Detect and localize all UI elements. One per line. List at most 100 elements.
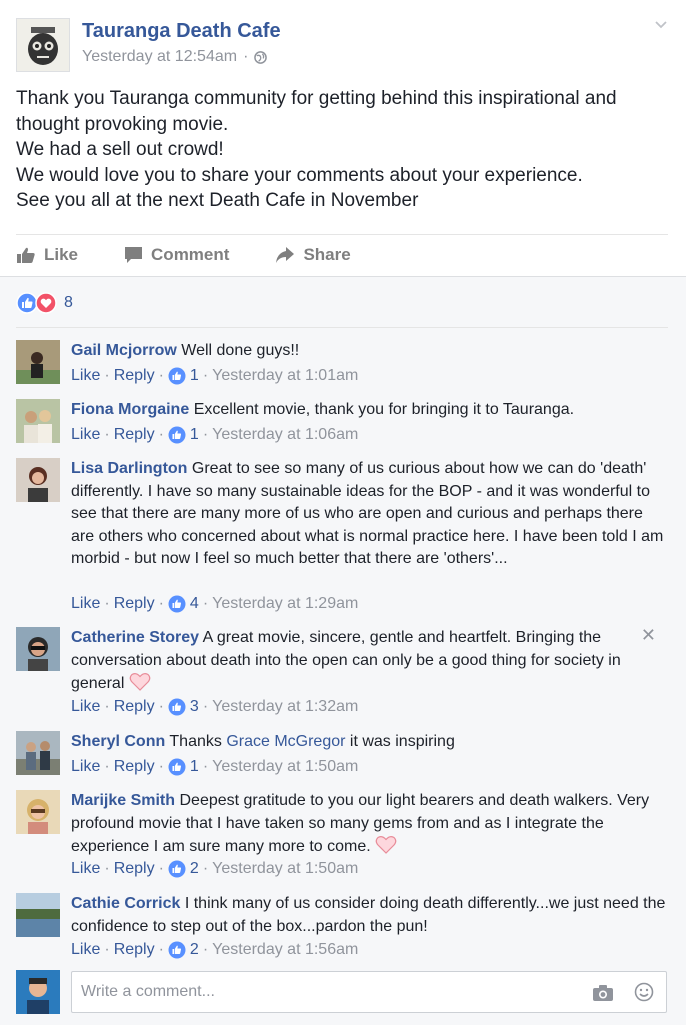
comment-reply-link[interactable]: Reply — [114, 860, 155, 878]
commenter-name-link[interactable]: Fiona Morgaine — [71, 401, 189, 418]
comment-timestamp[interactable]: Yesterday at 1:01am — [212, 367, 358, 385]
comment-item: Fiona Morgaine Excellent movie, thank yo… — [16, 399, 676, 451]
dot-separator: · — [158, 941, 164, 958]
comment-reply-link[interactable]: Reply — [114, 758, 155, 776]
share-label: Share — [303, 245, 351, 264]
current-user-avatar[interactable] — [16, 970, 60, 1019]
page-avatar[interactable] — [16, 18, 70, 72]
comment-like-link[interactable]: Like — [71, 698, 100, 716]
comment-text: Well done guys!! — [181, 342, 300, 359]
commenter-avatar[interactable] — [16, 790, 60, 834]
comment-like-link[interactable]: Like — [71, 426, 100, 444]
comment-icon — [125, 247, 143, 263]
comment-like-link[interactable]: Like — [71, 758, 100, 776]
comment-reply-link[interactable]: Reply — [114, 941, 155, 959]
dot-separator: · — [158, 698, 164, 715]
comment-item: Gail Mcjorrow Well done guys!! Like · Rep… — [16, 340, 676, 392]
comment-input-placeholder: Write a comment... — [81, 983, 215, 1000]
commenter-avatar[interactable] — [16, 458, 60, 502]
like-count-icon — [168, 426, 186, 444]
comment-meta: Like · Reply · 2 · Yesterday at 1:50am — [71, 860, 358, 878]
dot-separator: · — [104, 941, 110, 958]
commenter-avatar[interactable] — [16, 893, 60, 937]
comment-like-link[interactable]: Like — [71, 941, 100, 959]
page-name-link[interactable]: Tauranga Death Cafe — [82, 20, 281, 43]
emoji-icon[interactable] — [634, 982, 654, 1002]
comment-like-count[interactable]: 3 — [190, 698, 199, 716]
close-icon[interactable]: ✕ — [641, 625, 656, 646]
comment-like-count[interactable]: 2 — [190, 941, 199, 959]
comment-like-count[interactable]: 1 — [190, 426, 199, 444]
like-button[interactable]: Like — [16, 245, 78, 265]
like-count-icon — [168, 860, 186, 878]
post-timestamp[interactable]: Yesterday at 12:54am — [82, 48, 237, 66]
dot-separator: · — [104, 860, 110, 877]
comment-reply-link[interactable]: Reply — [114, 367, 155, 385]
heart-emoji-icon — [129, 673, 151, 691]
thumbs-up-icon — [17, 247, 35, 263]
like-count-icon — [168, 758, 186, 776]
comment-like-link[interactable]: Like — [71, 595, 100, 613]
dot-separator: · — [104, 758, 110, 775]
post-text-line: We had a sell out crowd! — [16, 139, 224, 160]
commenter-avatar[interactable] — [16, 627, 60, 671]
commenter-avatar[interactable] — [16, 340, 60, 384]
divider — [16, 327, 668, 328]
dot-separator: · — [202, 426, 209, 443]
comment-timestamp[interactable]: Yesterday at 1:29am — [212, 595, 358, 613]
comment-meta: Like · Reply · 1 · Yesterday at 1:50am — [71, 758, 358, 776]
camera-icon[interactable] — [592, 984, 614, 1002]
comment-like-count[interactable]: 1 — [190, 758, 199, 776]
dot-separator: · — [243, 48, 249, 65]
comment-reply-link[interactable]: Reply — [114, 426, 155, 444]
comment-reply-link[interactable]: Reply — [114, 595, 155, 613]
dot-separator: · — [158, 367, 164, 384]
comment-timestamp[interactable]: Yesterday at 1:06am — [212, 426, 358, 444]
comment-text: it was inspiring — [349, 733, 455, 750]
comment-like-count[interactable]: 2 — [190, 860, 199, 878]
like-count-icon — [168, 367, 186, 385]
comment-timestamp[interactable]: Yesterday at 1:56am — [212, 941, 358, 959]
comment-button[interactable]: Comment — [124, 245, 229, 265]
post-actions: Like Comment Share — [16, 236, 397, 274]
commenter-name-link[interactable]: Sheryl Conn — [71, 733, 165, 750]
commenter-avatar[interactable] — [16, 399, 60, 443]
comment-timestamp[interactable]: Yesterday at 1:50am — [212, 758, 358, 776]
comment-item: Lisa Darlington Great to see so many of … — [16, 458, 676, 618]
comment-meta: Like · Reply · 3 · Yesterday at 1:32am — [71, 698, 358, 716]
comment-timestamp[interactable]: Yesterday at 1:32am — [212, 698, 358, 716]
dot-separator: · — [202, 698, 209, 715]
commenter-name-link[interactable]: Catherine Storey — [71, 629, 199, 646]
comment-timestamp[interactable]: Yesterday at 1:50am — [212, 860, 358, 878]
chevron-down-icon[interactable] — [654, 18, 668, 32]
comment-like-count[interactable]: 1 — [190, 367, 199, 385]
comment-reply-link[interactable]: Reply — [114, 698, 155, 716]
commenter-name-link[interactable]: Lisa Darlington — [71, 460, 187, 477]
dot-separator: · — [202, 595, 209, 612]
dot-separator: · — [202, 860, 209, 877]
like-label: Like — [44, 245, 79, 264]
post-text: Thank you Tauranga community for getting… — [16, 86, 666, 214]
dot-separator: · — [158, 426, 164, 443]
mention-link[interactable]: Grace McGregor — [226, 733, 345, 750]
comment-input[interactable]: Write a comment... — [71, 971, 667, 1013]
post-text-line: thought provoking movie. — [16, 113, 229, 135]
share-button[interactable]: Share — [275, 245, 351, 265]
comment-like-link[interactable]: Like — [71, 367, 100, 385]
commenter-name-link[interactable]: Cathie Corrick — [71, 895, 180, 912]
comment-like-link[interactable]: Like — [71, 860, 100, 878]
comment-like-count[interactable]: 4 — [190, 595, 199, 613]
comment-meta: Like · Reply · 4 · Yesterday at 1:29am — [71, 595, 358, 613]
comment-meta: Like · Reply · 2 · Yesterday at 1:56am — [71, 941, 358, 959]
comment-label: Comment — [151, 245, 230, 264]
share-icon — [276, 247, 295, 263]
commenter-avatar[interactable] — [16, 731, 60, 775]
commenter-name-link[interactable]: Gail Mcjorrow — [71, 342, 177, 359]
love-reaction-icon — [35, 292, 57, 314]
dot-separator: · — [104, 595, 110, 612]
reaction-summary[interactable]: 8 — [16, 292, 73, 314]
comment-body: Gail Mcjorrow Well done guys!! — [71, 340, 666, 363]
commenter-name-link[interactable]: Marijke Smith — [71, 792, 175, 809]
divider — [16, 234, 668, 235]
comment-meta: Like · Reply · 1 · Yesterday at 1:06am — [71, 426, 358, 444]
